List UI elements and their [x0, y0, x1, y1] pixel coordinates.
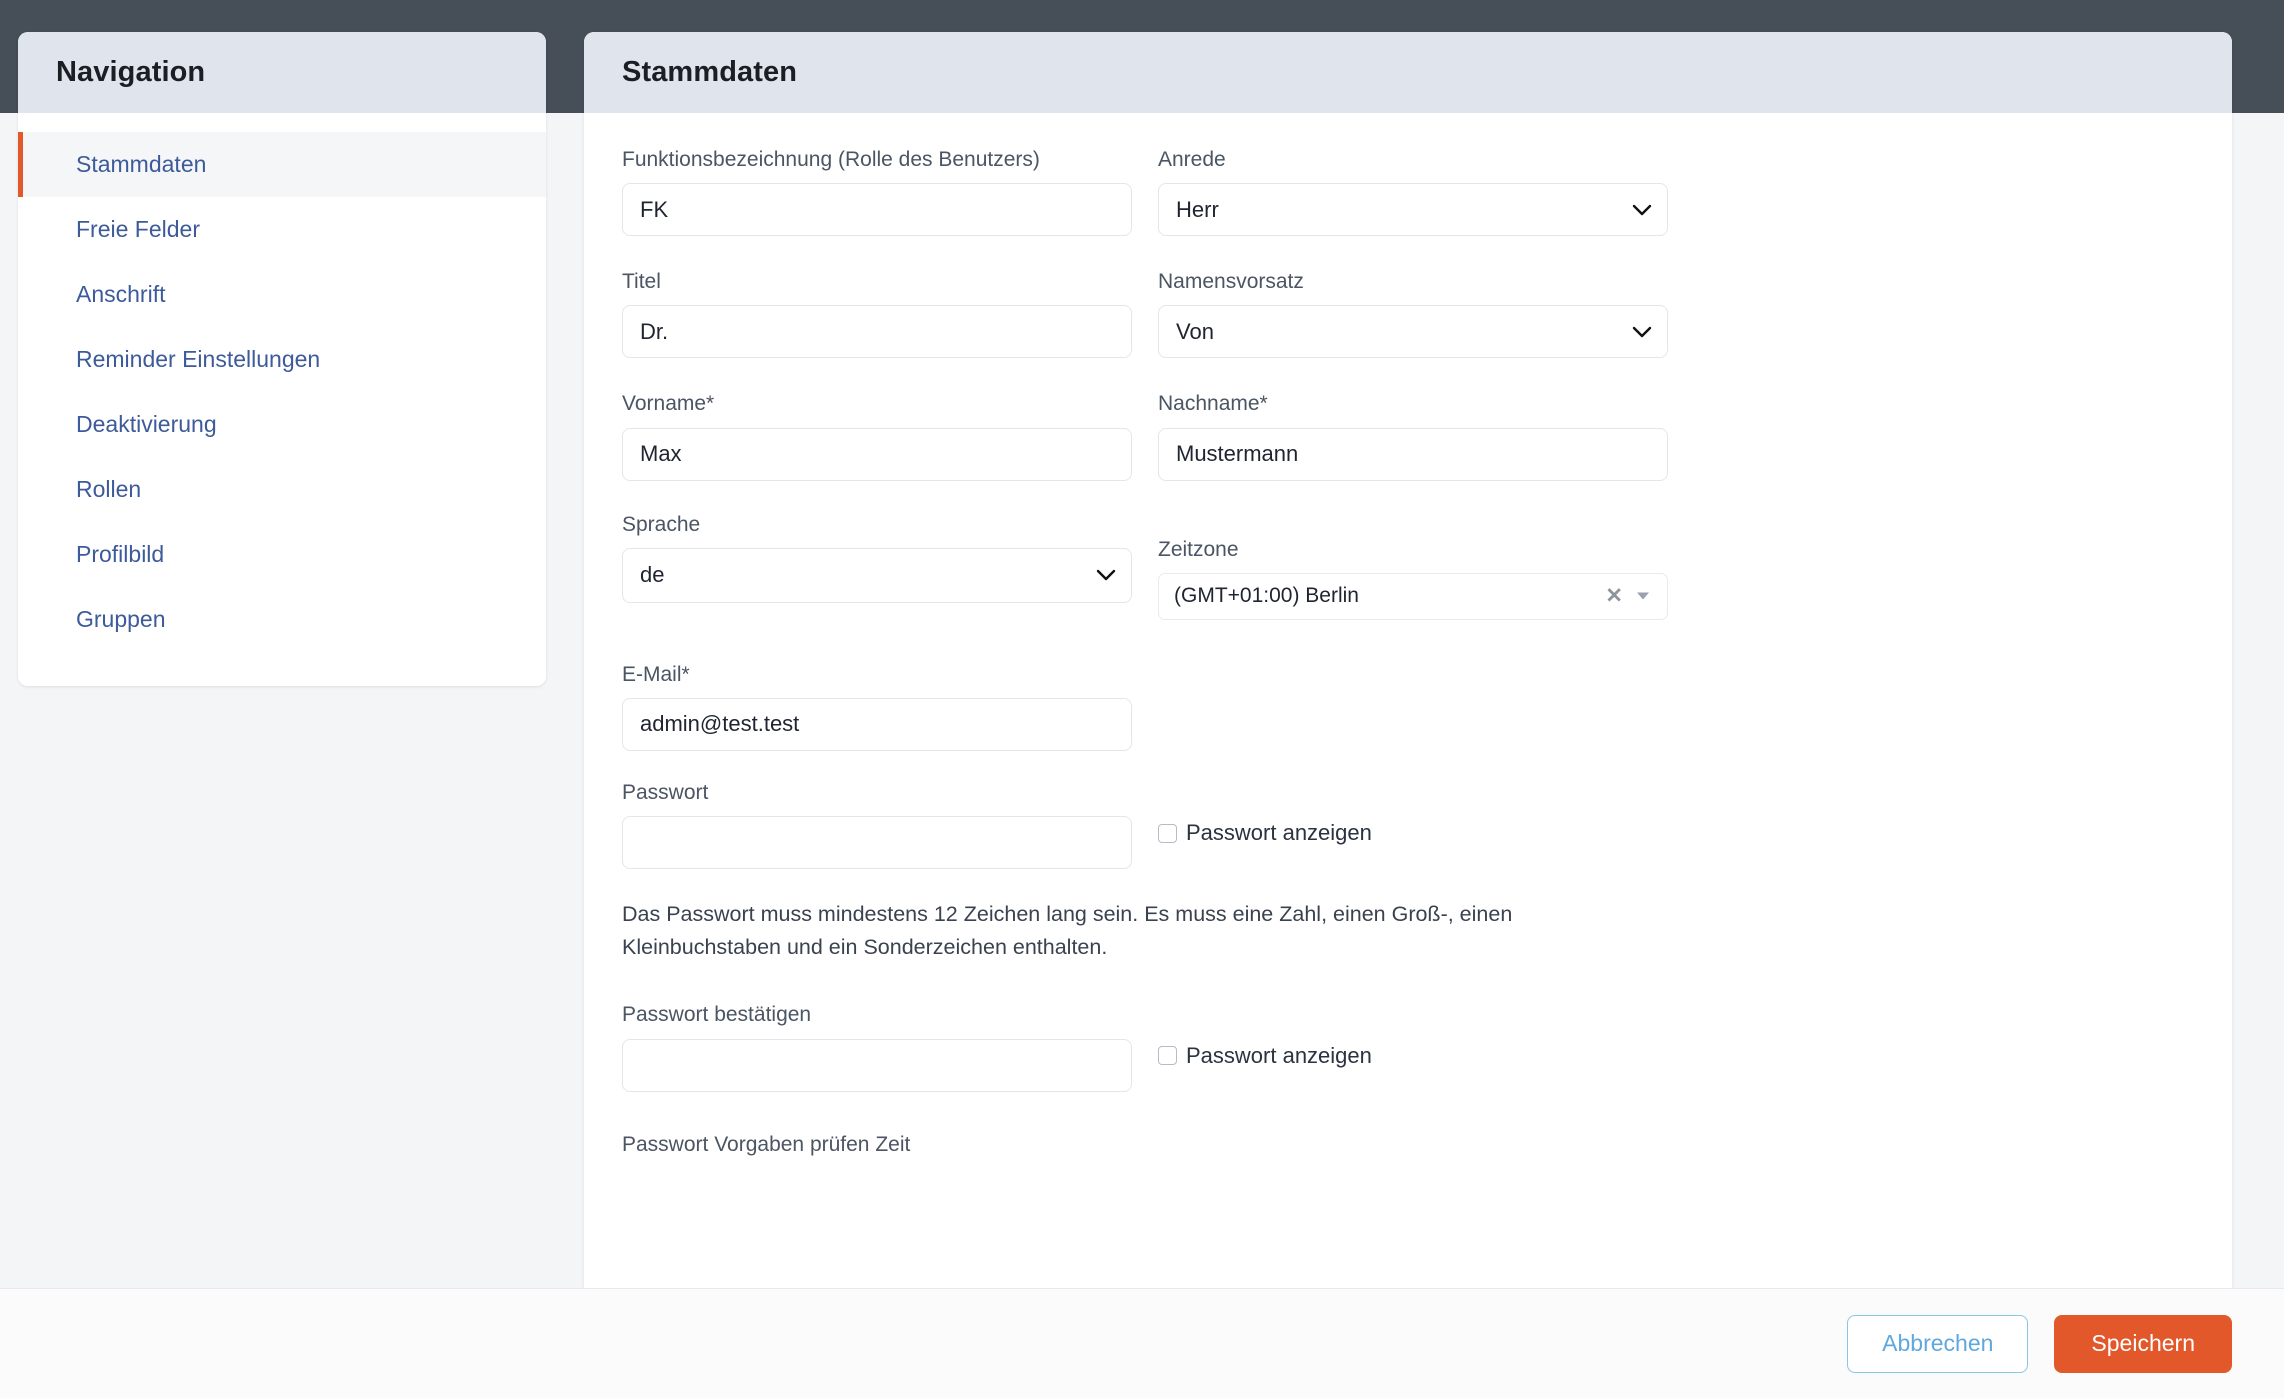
- sidebar-item-reminder-einstellungen[interactable]: Reminder Einstellungen: [18, 327, 546, 392]
- sidebar-item-freie-felder[interactable]: Freie Felder: [18, 197, 546, 262]
- sprache-select[interactable]: de: [622, 547, 1132, 603]
- passwort-bestaetigen-anzeigen-row[interactable]: Passwort anzeigen: [1158, 1029, 1668, 1082]
- stammdaten-panel: Stammdaten Funktionsbezeichnung (Rolle d…: [584, 32, 2232, 1328]
- funktionsbezeichnung-input[interactable]: [622, 183, 1132, 237]
- passwort-input[interactable]: [622, 816, 1132, 870]
- funktionsbezeichnung-label: Funktionsbezeichnung (Rolle des Benutzer…: [622, 148, 1040, 171]
- sidebar-item-label: Freie Felder: [76, 216, 200, 242]
- field-passwort-bestaetigen: Passwort bestätigen: [622, 1002, 1132, 1092]
- sidebar-item-label: Gruppen: [76, 606, 166, 632]
- passwort-bestaetigen-anzeigen-label[interactable]: Passwort anzeigen: [1186, 1043, 1372, 1069]
- sprache-select-wrap[interactable]: de: [622, 547, 1132, 603]
- navigation-header: Navigation: [18, 32, 546, 113]
- navigation-panel: Navigation Stammdaten Freie Felder Ansch…: [18, 32, 546, 686]
- sidebar-item-label: Anschrift: [76, 281, 166, 307]
- save-button[interactable]: Speichern: [2054, 1314, 2232, 1373]
- form-scroll-area[interactable]: Funktionsbezeichnung (Rolle des Benutzer…: [584, 113, 2232, 1328]
- zeitzone-select[interactable]: (GMT+01:00) Berlin ✕: [1158, 572, 1668, 620]
- password-requirements-text: Das Passwort muss mindestens 12 Zeichen …: [622, 902, 1513, 959]
- passwort-anzeigen-row[interactable]: Passwort anzeigen: [1158, 807, 1668, 860]
- anrede-select[interactable]: Herr: [1158, 183, 1668, 237]
- zeitzone-label: Zeitzone: [1158, 537, 1239, 561]
- field-sprache: Sprache de: [622, 512, 1132, 603]
- navigation-title: Navigation: [56, 56, 206, 88]
- passwort-label: Passwort: [622, 780, 709, 804]
- email-label: E-Mail*: [622, 662, 690, 686]
- vorname-input[interactable]: [622, 427, 1132, 481]
- sidebar-item-label: Profilbild: [76, 541, 165, 567]
- sidebar-item-deaktivierung[interactable]: Deaktivierung: [18, 392, 546, 457]
- field-funktionsbezeichnung: Funktionsbezeichnung (Rolle des Benutzer…: [622, 147, 1132, 237]
- sprache-label: Sprache: [622, 512, 701, 536]
- anrede-label: Anrede: [1158, 148, 1226, 171]
- field-titel: Titel: [622, 269, 1132, 359]
- field-nachname: Nachname*: [1158, 391, 1668, 481]
- cancel-button[interactable]: Abbrechen: [1847, 1314, 2029, 1373]
- nachname-input[interactable]: [1158, 427, 1668, 481]
- titel-input[interactable]: [622, 305, 1132, 359]
- form-row-3: Vorname* Nachname*: [622, 391, 2194, 481]
- zeitzone-value: (GMT+01:00) Berlin: [1174, 584, 1359, 608]
- sidebar-item-anschrift[interactable]: Anschrift: [18, 262, 546, 327]
- stammdaten-header: Stammdaten: [584, 32, 2232, 113]
- app-root: Navigation Stammdaten Freie Felder Ansch…: [0, 0, 2284, 1398]
- sidebar-item-label: Stammdaten: [76, 151, 207, 177]
- stammdaten-form: Funktionsbezeichnung (Rolle des Benutzer…: [622, 113, 2194, 1157]
- field-vorname: Vorname*: [622, 391, 1132, 481]
- sidebar-item-label: Rollen: [76, 476, 142, 502]
- field-passwort: Passwort: [622, 780, 1132, 870]
- sidebar-item-stammdaten[interactable]: Stammdaten: [18, 132, 546, 197]
- passwort-bestaetigen-label: Passwort bestätigen: [622, 1003, 812, 1027]
- form-row-4: Sprache de Zeitzone (GMT+01:00) Berlin ✕: [622, 512, 2194, 620]
- sidebar-item-profilbild[interactable]: Profilbild: [18, 522, 546, 587]
- sidebar-item-label: Reminder Einstellungen: [76, 346, 321, 372]
- form-row-5: E-Mail*: [622, 662, 2194, 751]
- vorname-label: Vorname*: [622, 392, 715, 416]
- anrede-select-wrap[interactable]: Herr: [1158, 183, 1668, 237]
- field-anrede: Anrede Herr: [1158, 147, 1668, 237]
- passwort-anzeigen-checkbox[interactable]: [1158, 823, 1177, 843]
- dropdown-arrow-icon[interactable]: [1637, 592, 1649, 600]
- navigation-list: Stammdaten Freie Felder Anschrift Remind…: [18, 113, 546, 686]
- clipped-field-label: Passwort Vorgaben prüfen Zeit: [622, 1132, 911, 1156]
- field-email: E-Mail*: [622, 662, 1132, 751]
- passwort-bestaetigen-anzeigen-checkbox[interactable]: [1158, 1046, 1177, 1066]
- sidebar-item-rollen[interactable]: Rollen: [18, 457, 546, 522]
- page-title: Stammdaten: [622, 56, 798, 88]
- nachname-label: Nachname*: [1158, 392, 1268, 416]
- form-row-1: Funktionsbezeichnung (Rolle des Benutzer…: [622, 147, 2194, 237]
- form-row-7: Passwort bestätigen Passwort anzeigen: [622, 1002, 2194, 1092]
- form-row-6: Passwort Passwort anzeigen: [622, 780, 2194, 870]
- passwort-bestaetigen-input[interactable]: [622, 1038, 1132, 1092]
- field-namensvorsatz: Namensvorsatz Von: [1158, 269, 1668, 359]
- sidebar-item-label: Deaktivierung: [76, 411, 217, 437]
- email-input[interactable]: [622, 697, 1132, 751]
- form-row-2: Titel Namensvorsatz Von: [622, 269, 2194, 359]
- passwort-anzeigen-label[interactable]: Passwort anzeigen: [1186, 820, 1372, 846]
- namensvorsatz-select-wrap[interactable]: Von: [1158, 305, 1668, 359]
- form-footer: Abbrechen Speichern: [0, 1288, 2284, 1398]
- titel-label: Titel: [622, 270, 661, 294]
- sidebar-item-gruppen[interactable]: Gruppen: [18, 587, 546, 652]
- field-zeitzone: Zeitzone (GMT+01:00) Berlin ✕: [1158, 537, 1668, 620]
- clipped-field-row: Passwort Vorgaben prüfen Zeit: [622, 1133, 2194, 1157]
- namensvorsatz-label: Namensvorsatz: [1158, 270, 1304, 294]
- clear-x-icon[interactable]: ✕: [1605, 586, 1623, 607]
- namensvorsatz-select[interactable]: Von: [1158, 305, 1668, 359]
